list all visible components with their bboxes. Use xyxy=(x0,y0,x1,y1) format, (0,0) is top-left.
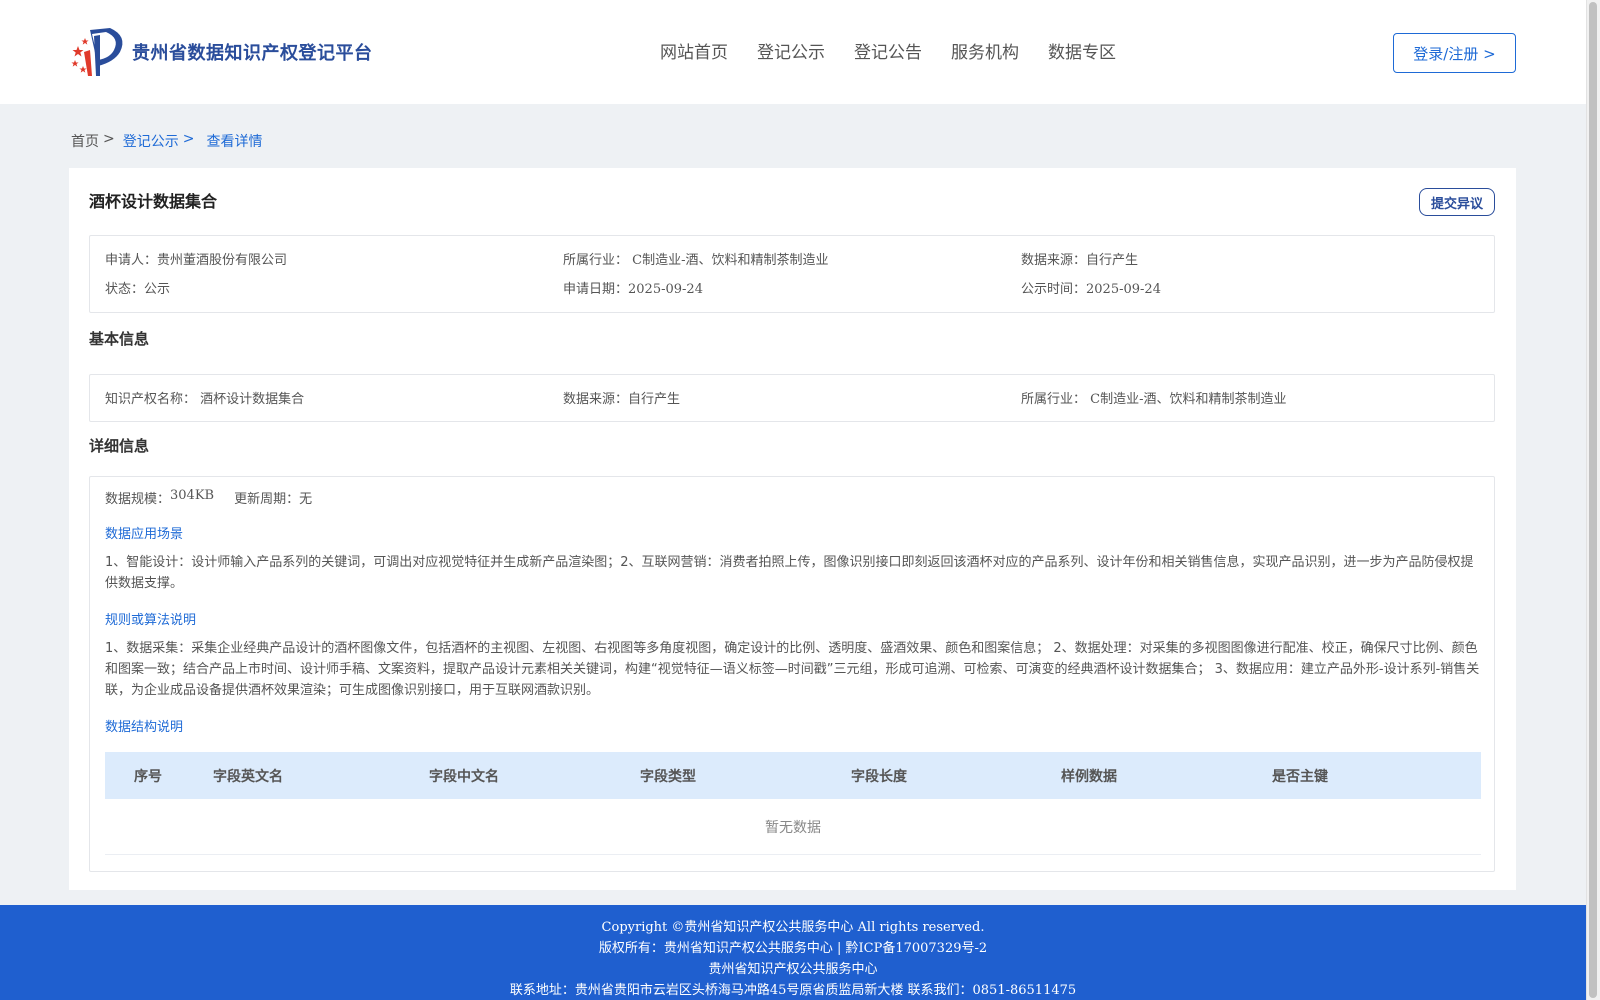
breadcrumb-public[interactable]: 登记公示 xyxy=(123,131,179,151)
industry-value: C制造业-酒、饮料和精制茶制造业 xyxy=(632,253,829,268)
main-nav: 网站首页 登记公示 登记公告 服务机构 数据专区 xyxy=(660,38,1145,63)
col-header-primary-key: 是否主键 xyxy=(1272,768,1328,785)
site-title: 贵州省数据知识产权登记平台 xyxy=(132,43,373,64)
nav-item-data-zone[interactable]: 数据专区 xyxy=(1048,38,1116,63)
submit-objection-button[interactable]: 提交异议 xyxy=(1419,188,1495,216)
publish-date-value: 2025-09-24 xyxy=(1086,282,1161,297)
page-scrollbar[interactable] xyxy=(1586,0,1600,1000)
breadcrumb-separator: > xyxy=(182,131,195,147)
applicant-value: 贵州董酒股份有限公司 xyxy=(157,253,288,268)
footer-contact: 联系地址：贵州省贵阳市云岩区头桥海马冲路45号原省质监局新大楼 联系我们：085… xyxy=(509,983,1077,998)
cycle-value: 无 xyxy=(299,492,313,507)
nav-item-public[interactable]: 登记公示 xyxy=(757,38,825,63)
structure-title: 数据结构说明 xyxy=(105,720,184,735)
status-value: 公示 xyxy=(144,282,171,297)
nav-item-announcement[interactable]: 登记公告 xyxy=(854,38,922,63)
col-header-cn-name: 字段中文名 xyxy=(429,768,499,785)
col-header-sample: 样例数据 xyxy=(1061,768,1117,785)
breadcrumb-detail: 查看详情 xyxy=(206,134,263,150)
basic-source-value: 自行产生 xyxy=(628,392,681,407)
footer-org: 贵州省知识产权公共服务中心 xyxy=(708,962,878,977)
detail-info-title: 详细信息 xyxy=(89,437,150,455)
applicant-label: 申请人： xyxy=(105,253,158,268)
record-detail-card: 酒杯设计数据集合 提交异议 申请人：贵州董酒股份有限公司 所属行业： C制造业-… xyxy=(69,168,1516,890)
ip-name-label: 知识产权名称： xyxy=(105,392,197,407)
scenario-text: 1、智能设计：设计师输入产品系列的关键词，可调出对应视觉特征并生成新产品渲染图；… xyxy=(105,555,1474,591)
logo-emblem-icon xyxy=(71,28,123,76)
source-value: 自行产生 xyxy=(1086,253,1139,268)
col-header-length: 字段长度 xyxy=(851,768,907,785)
scale-label: 数据规模： xyxy=(105,492,171,507)
nav-item-agencies[interactable]: 服务机构 xyxy=(951,38,1019,63)
rules-title: 规则或算法说明 xyxy=(105,613,197,628)
footer-copyright: Copyright ©贵州省知识产权公共服务中心 All rights rese… xyxy=(601,920,985,935)
col-header-en-name: 字段英文名 xyxy=(213,768,283,785)
scale-value: 304KB xyxy=(170,488,215,503)
structure-table-header: 序号 字段英文名 字段中文名 字段类型 字段长度 样例数据 是否主键 xyxy=(105,752,1481,799)
scrollbar-thumb[interactable] xyxy=(1589,2,1597,998)
summary-box: 申请人：贵州董酒股份有限公司 所属行业： C制造业-酒、饮料和精制茶制造业 数据… xyxy=(89,235,1495,313)
col-header-index: 序号 xyxy=(134,768,162,785)
login-register-button[interactable]: 登录/注册 > xyxy=(1393,33,1516,73)
basic-source-label: 数据来源： xyxy=(563,392,629,407)
col-header-type: 字段类型 xyxy=(640,768,696,785)
site-logo[interactable]: 贵州省数据知识产权登记平台 xyxy=(70,26,373,78)
publish-date-label: 公示时间： xyxy=(1021,282,1087,297)
apply-date-value: 2025-09-24 xyxy=(628,282,703,297)
source-label: 数据来源： xyxy=(1021,253,1087,268)
basic-industry-value: C制造业-酒、饮料和精制茶制造业 xyxy=(1090,392,1287,407)
scenario-title: 数据应用场景 xyxy=(105,527,184,542)
site-header: 贵州省数据知识产权登记平台 网站首页 登记公示 登记公告 服务机构 数据专区 登… xyxy=(0,0,1586,104)
apply-date-label: 申请日期： xyxy=(563,282,629,297)
status-label: 状态： xyxy=(105,282,145,297)
site-footer: Copyright ©贵州省知识产权公共服务中心 All rights rese… xyxy=(0,905,1586,1000)
industry-label: 所属行业： xyxy=(563,253,629,268)
detail-info-box: 数据规模： 304KB 更新周期：无 数据应用场景 1、智能设计：设计师输入产品系… xyxy=(89,476,1495,872)
nav-item-home[interactable]: 网站首页 xyxy=(660,38,728,63)
breadcrumb-home[interactable]: 首页 xyxy=(71,131,99,151)
basic-info-box: 知识产权名称： 酒杯设计数据集合 数据来源：自行产生 所属行业： C制造业-酒、… xyxy=(89,374,1495,422)
rules-text: 1、数据采集：采集企业经典产品设计的酒杯图像文件，包括酒杯的主视图、左视图、右视… xyxy=(105,641,1480,698)
empty-table-message: 暂无数据 xyxy=(105,799,1481,855)
record-title: 酒杯设计数据集合 xyxy=(89,192,218,211)
ip-name-value: 酒杯设计数据集合 xyxy=(200,392,305,407)
cycle-label: 更新周期： xyxy=(234,492,300,507)
basic-info-title: 基本信息 xyxy=(89,330,150,348)
footer-rights: 版权所有：贵州省知识产权公共服务中心 | 黔ICP备17007329号-2 xyxy=(598,941,988,956)
breadcrumb: 首页 > 登记公示 > 查看详情 xyxy=(71,131,262,151)
basic-industry-label: 所属行业： xyxy=(1021,392,1087,407)
breadcrumb-separator: > xyxy=(103,131,115,147)
